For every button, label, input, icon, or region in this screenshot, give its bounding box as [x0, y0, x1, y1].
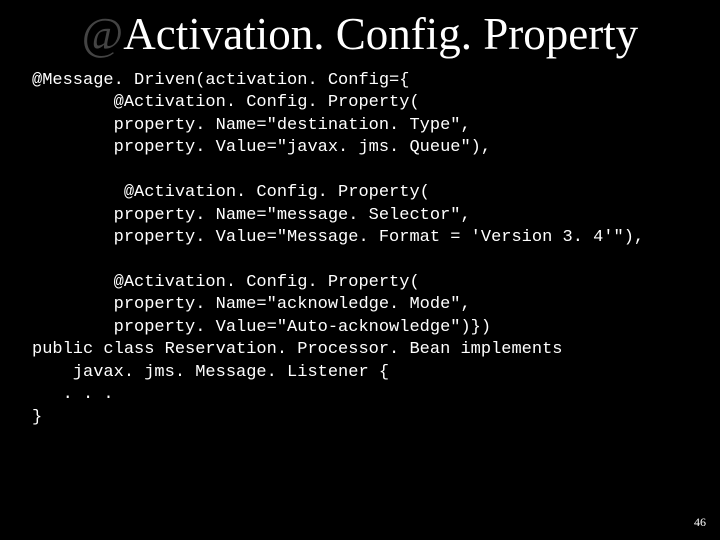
title-at: @ [82, 9, 123, 59]
title-text: Activation. Config. Property [123, 9, 638, 59]
code-block: @Message. Driven(activation. Config={ @A… [0, 66, 720, 429]
slide: @Activation. Config. Property @Message. … [0, 0, 720, 540]
slide-title: @Activation. Config. Property [0, 0, 720, 66]
page-number: 46 [694, 515, 706, 530]
